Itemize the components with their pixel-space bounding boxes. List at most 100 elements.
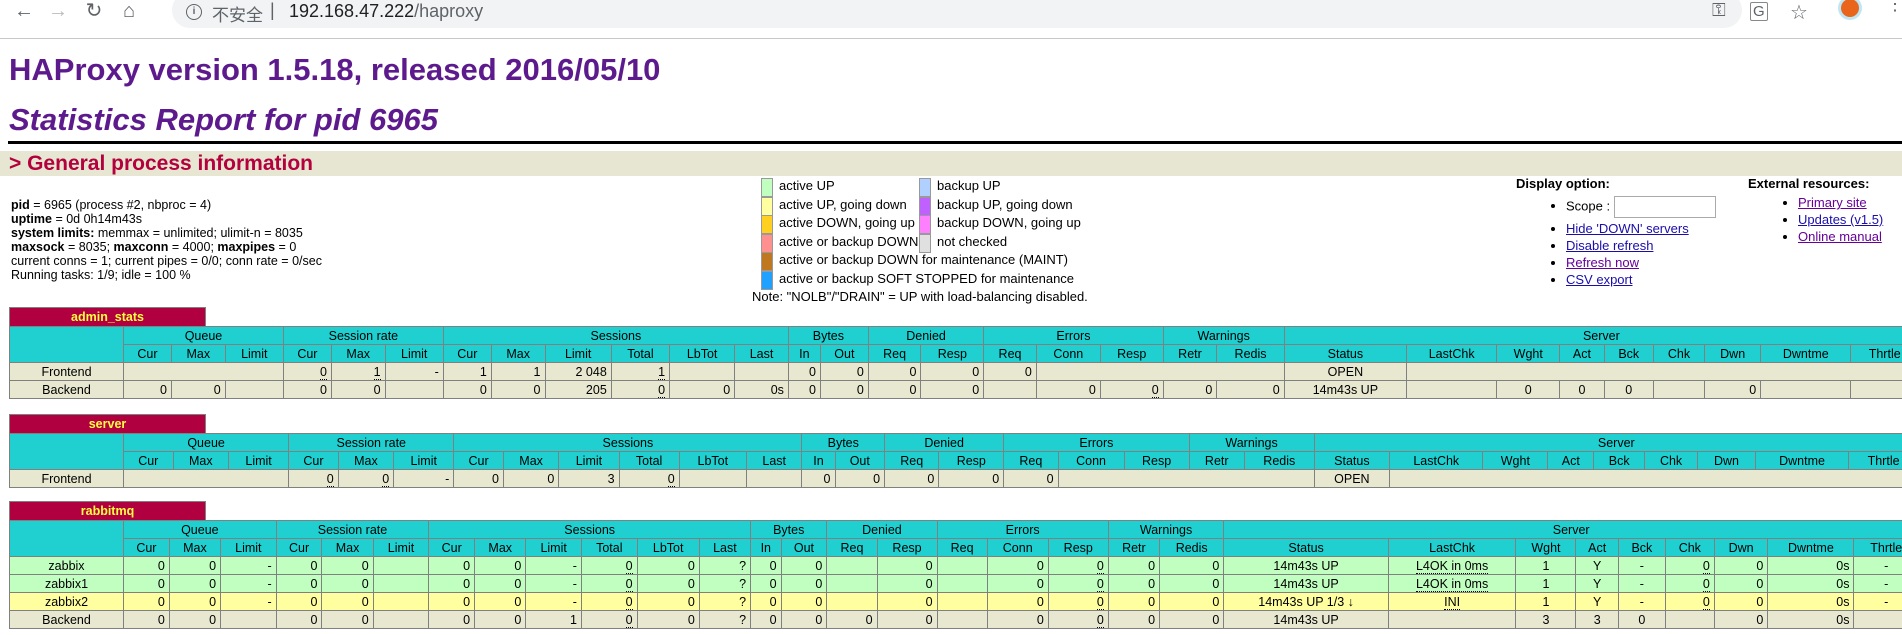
home-icon[interactable]: ⌂ [117, 0, 141, 24]
online-manual-link[interactable]: Online manual [1798, 229, 1882, 244]
insecure-label: 不安全 [212, 6, 263, 25]
column-header: Limit [224, 344, 284, 363]
scope-input[interactable] [1613, 196, 1716, 218]
tooltip-value[interactable]: 0 [1096, 612, 1104, 628]
tooltip-value[interactable]: 0 [1096, 576, 1104, 592]
refresh-now-link[interactable]: Refresh now [1566, 255, 1639, 270]
table-cell: - [384, 362, 444, 381]
table-cell: 3 [1515, 610, 1577, 629]
tooltip-value[interactable]: 0 [1702, 558, 1710, 574]
table-cell: 0 [275, 592, 323, 611]
column-header: Conn [1035, 344, 1101, 363]
table-cell: 0 [1216, 380, 1285, 399]
table-cell: 0 [321, 592, 374, 611]
tooltip-value[interactable]: 1 [373, 364, 381, 380]
header-group: Server [1283, 326, 1902, 345]
star-icon[interactable]: ☆ [1790, 0, 1808, 25]
table-cell: 0 [337, 469, 395, 488]
column-header: Status [1313, 451, 1391, 470]
table-cell: 0 [1162, 380, 1218, 399]
legend-swatch [919, 196, 931, 216]
tooltip-value[interactable]: 0 [1096, 594, 1104, 610]
tooltip-value[interactable]: 0 [625, 594, 633, 610]
row-name[interactable]: zabbix2 [9, 592, 124, 611]
tooltip-value[interactable]: 0 [1096, 558, 1104, 574]
table-cell: 0 [428, 574, 476, 593]
tooltip-value[interactable]: 0 [326, 471, 334, 487]
table-cell: 0 [168, 556, 222, 575]
column-header: Max [172, 451, 230, 470]
translate-icon[interactable]: G [1750, 2, 1768, 21]
tooltip-value[interactable]: 0 [1702, 576, 1710, 592]
reload-icon[interactable]: ↻ [82, 0, 106, 24]
tooltip-value[interactable]: 0 [658, 382, 666, 398]
table-cell: - [525, 556, 582, 575]
table-cell: 0 [610, 380, 671, 399]
proxy-name-server[interactable]: server [9, 414, 206, 434]
tooltip-value[interactable]: 0 [625, 612, 633, 628]
table-cell: 1 [1515, 592, 1577, 611]
row-name[interactable]: zabbix [9, 556, 124, 575]
table-cell: 0 [1664, 556, 1715, 575]
conns-info: current conns = 1; current pipes = 0/0; … [11, 254, 322, 268]
csv-export-link[interactable]: CSV export [1566, 272, 1632, 287]
tooltip-value[interactable]: L4OK in 0ms [1415, 558, 1489, 574]
profile-avatar[interactable] [1838, 0, 1862, 20]
tooltip-value[interactable]: 0 [625, 558, 633, 574]
tooltip-value[interactable]: 0 [319, 364, 327, 380]
back-arrow-icon[interactable]: ← [12, 0, 36, 24]
table-cell: 1 [330, 362, 386, 381]
column-header: Cur [442, 344, 492, 363]
row-name[interactable]: zabbix1 [9, 574, 124, 593]
process-info: pid = 6965 (process #2, nbproc = 4) upti… [11, 198, 322, 282]
table-cell: - [1853, 592, 1902, 611]
tooltip-value[interactable]: 0 [625, 576, 633, 592]
maxconn-label: maxconn [113, 240, 169, 254]
tooltip-value[interactable]: L4OK in 0ms [1415, 576, 1489, 592]
tooltip-value[interactable]: 0 [667, 471, 675, 487]
column-header: Max [502, 451, 560, 470]
forward-arrow-icon[interactable]: → [46, 0, 70, 24]
column-header: Act [1559, 344, 1605, 363]
tasks-info: Running tasks: 1/9; idle = 100 % [11, 268, 191, 282]
table-cell: 0 [170, 380, 226, 399]
url-text[interactable]: 192.168.47.222/haproxy [289, 1, 483, 22]
legend-label: backup UP [937, 178, 1001, 193]
column-header: Last [698, 538, 752, 557]
column-header: In [750, 538, 782, 557]
address-bar[interactable]: i 不安全 | 192.168.47.222/haproxy [172, 0, 1742, 28]
column-header: Limit [544, 344, 612, 363]
column-header: Req [936, 538, 988, 557]
table-cell: 0 [1159, 610, 1225, 629]
tooltip-value[interactable]: 0 [1702, 594, 1710, 610]
header-group: Sessions [453, 433, 803, 452]
proxy-name-admin_stats[interactable]: admin_stats [9, 307, 206, 327]
hide-down-servers-link[interactable]: Hide 'DOWN' servers [1566, 221, 1689, 236]
proxy-name-rabbitmq[interactable]: rabbitmq [9, 501, 206, 521]
primary-site-link[interactable]: Primary site [1798, 195, 1867, 210]
tooltip-value[interactable]: INI [1444, 594, 1461, 610]
info-icon[interactable]: i [186, 4, 202, 20]
legend-label: backup UP, going down [937, 196, 1073, 212]
table-cell: 0 [1713, 610, 1769, 629]
table-cell: Y [1575, 574, 1619, 593]
table-cell: 0 [986, 592, 1049, 611]
tooltip-value[interactable]: 0 [382, 471, 390, 487]
tooltip-value[interactable]: 0 [1151, 382, 1159, 398]
disable-refresh-link[interactable]: Disable refresh [1566, 238, 1653, 253]
menu-icon[interactable]: ⋮ [1886, 0, 1902, 13]
table-cell: 0 [1713, 574, 1769, 593]
column-header: Resp [1099, 344, 1164, 363]
column-header: Chk [1652, 344, 1706, 363]
tooltip-value[interactable]: 1 [658, 364, 666, 380]
table-cell: 2 048 [544, 362, 612, 381]
key-icon[interactable]: ⚿ [1712, 0, 1726, 21]
header-group: Bytes [787, 326, 869, 345]
column-header: Thrtle [1850, 344, 1902, 363]
table-cell: 1 [490, 362, 546, 381]
table-cell: 0 [502, 469, 560, 488]
table-cell: 0 [168, 574, 222, 593]
updates-link[interactable]: Updates (v1.5) [1798, 212, 1883, 227]
table-cell [826, 556, 878, 575]
header-group: Sessions [428, 520, 752, 539]
